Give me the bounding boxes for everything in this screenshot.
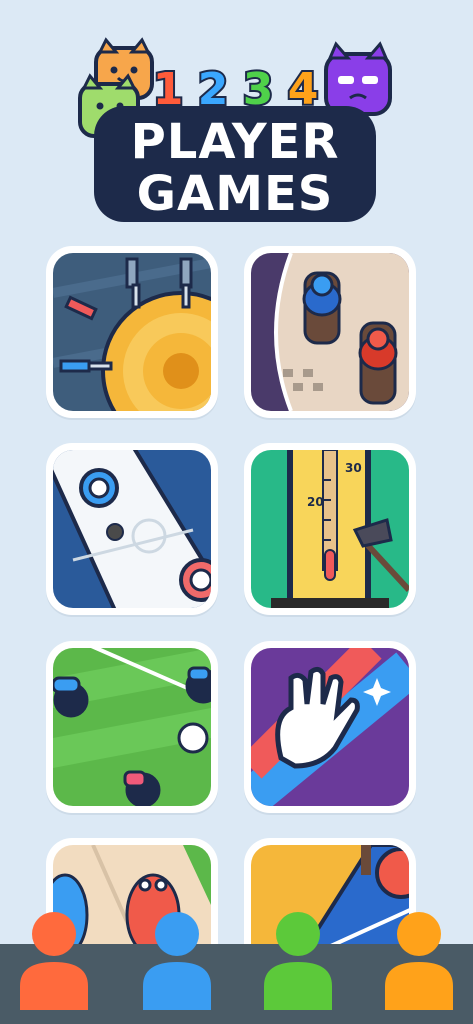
air-hockey-icon <box>53 450 211 608</box>
game-tile-strength-tester[interactable]: 30 20 <box>244 443 416 615</box>
game-tile-horse-race[interactable] <box>244 246 416 418</box>
purple-cat-mascot-icon <box>324 41 392 116</box>
game-tile-slap-hands[interactable] <box>244 641 416 813</box>
horse-race-icon <box>251 253 409 411</box>
player-3-icon <box>264 912 332 1010</box>
game-tile-soccer[interactable] <box>46 641 218 813</box>
soccer-icon <box>53 648 211 806</box>
app-logo: 1 2 3 4 PLAYER GAMES <box>0 0 473 240</box>
player-2-icon <box>143 912 211 1010</box>
player-4-icon <box>385 912 453 1010</box>
logo-title-line1: PLAYER <box>131 114 340 170</box>
thermometer-label-20: 20 <box>307 495 324 509</box>
strength-tester-icon: 30 20 <box>251 450 409 608</box>
game-tile-air-hockey[interactable] <box>46 443 218 615</box>
game-tile-knife-throw[interactable] <box>46 246 218 418</box>
slap-hands-icon <box>251 648 409 806</box>
logo-graphic: 1 2 3 4 PLAYER GAMES <box>78 37 392 224</box>
knife-throw-icon <box>53 253 211 411</box>
player-1-icon <box>20 912 88 1010</box>
thermometer-label-30: 30 <box>345 461 362 475</box>
logo-title-line2: GAMES <box>137 166 334 222</box>
